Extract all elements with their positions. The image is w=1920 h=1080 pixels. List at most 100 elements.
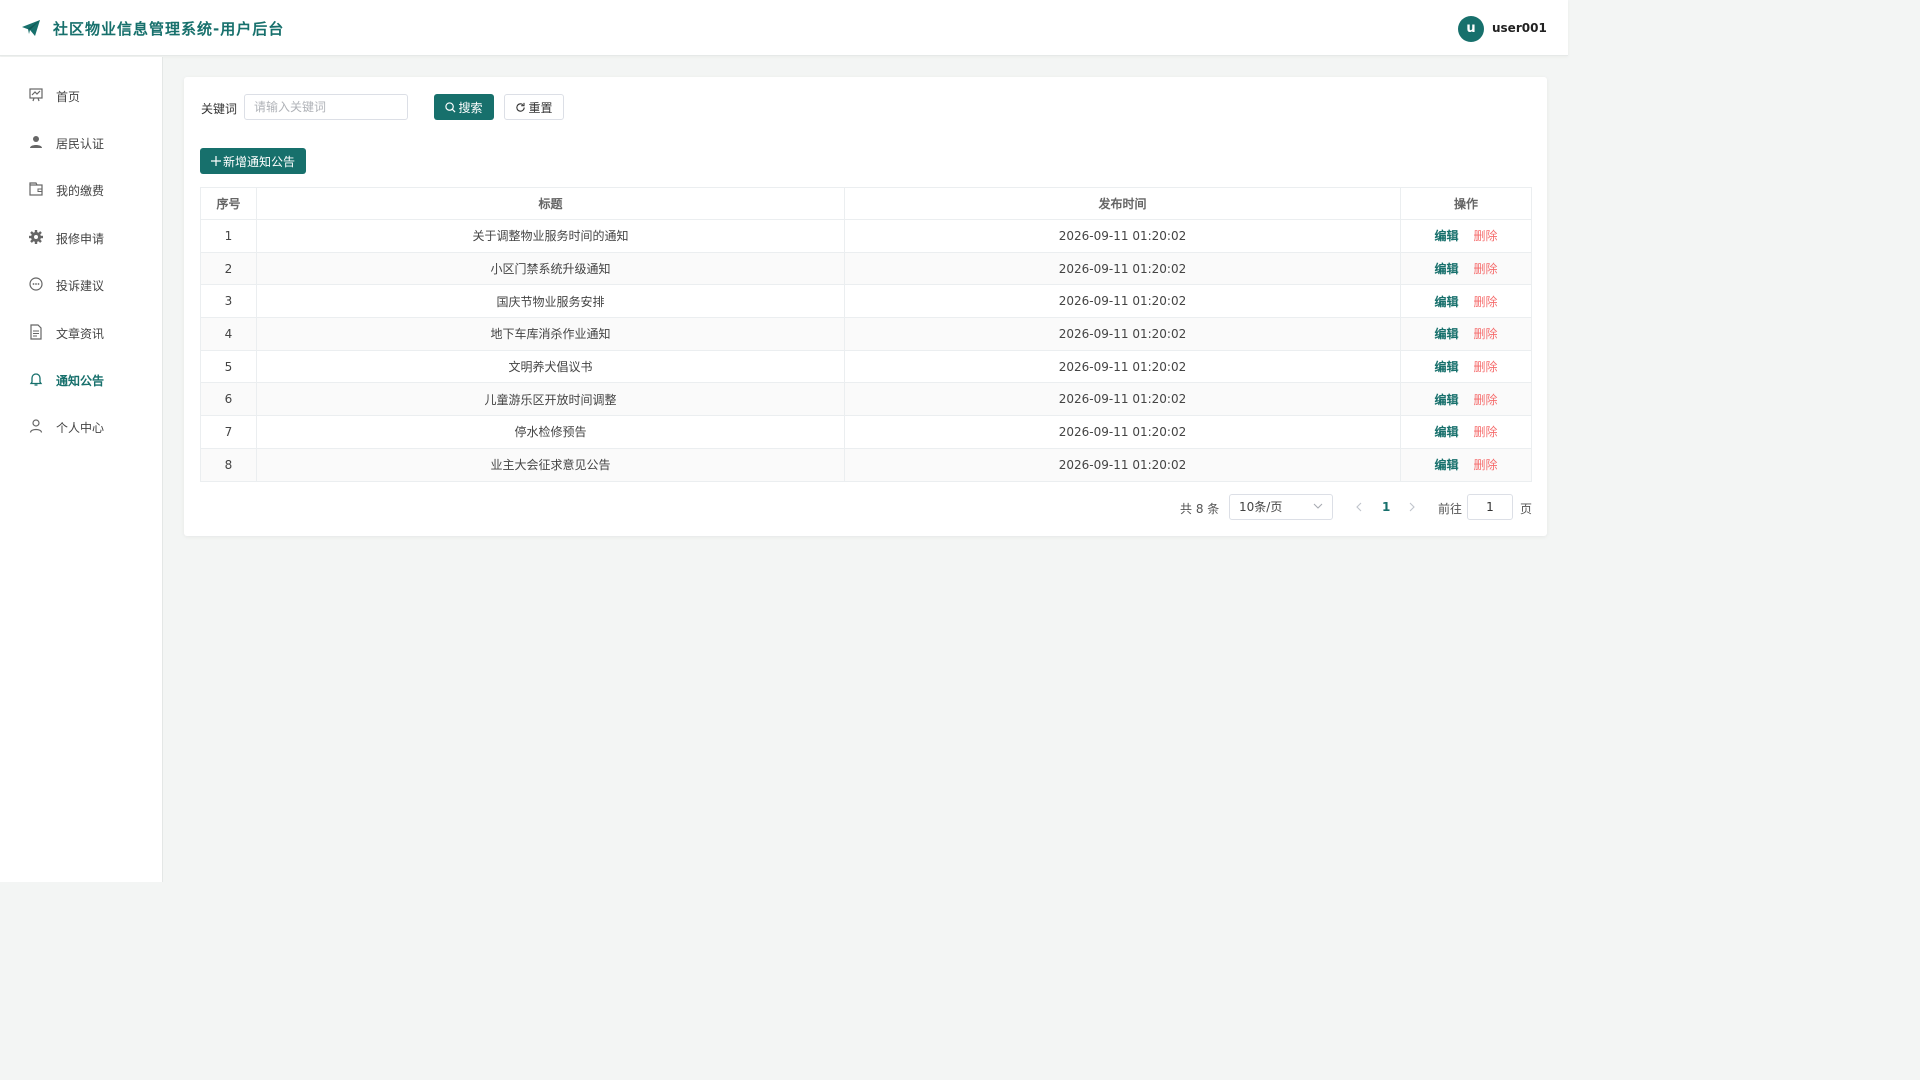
table-row: 3 国庆节物业服务安排 2026-09-11 01:20:02 编辑 删除 (200, 284, 1532, 319)
row-actions: 编辑 删除 (1400, 382, 1532, 417)
sidebar-item-label: 投诉建议 (56, 279, 105, 293)
user-icon (30, 136, 42, 148)
pagination-page-unit: 页 (1520, 502, 1533, 516)
table-row: 1 关于调整物业服务时间的通知 2026-09-11 01:20:02 编辑 删除 (200, 219, 1532, 253)
delete-button[interactable]: 删除 (1474, 358, 1498, 375)
user-name[interactable]: user001 (1492, 21, 1547, 35)
reset-button-label: 重置 (528, 100, 553, 115)
delete-button[interactable]: 删除 (1474, 423, 1498, 440)
search-button-label: 搜索 (458, 100, 483, 115)
notices-panel: 关键词 搜索 重置 新增通知公告 序号 标题 发布时间 操作 1 (184, 77, 1547, 536)
gear-icon (29, 230, 43, 244)
row-title: 业主大会征求意见公告 (256, 448, 845, 482)
add-notice-button[interactable]: 新增通知公告 (200, 148, 306, 174)
reset-button[interactable]: 重置 (504, 94, 564, 120)
row-actions: 编辑 删除 (1400, 448, 1532, 482)
delete-button[interactable]: 删除 (1474, 391, 1498, 408)
row-title: 停水检修预告 (256, 415, 845, 449)
sidebar-item-label: 首页 (56, 90, 81, 104)
delete-button[interactable]: 删除 (1474, 260, 1498, 277)
column-header-title: 标题 (256, 187, 845, 220)
edit-button[interactable]: 编辑 (1434, 423, 1458, 440)
table-row: 8 业主大会征求意见公告 2026-09-11 01:20:02 编辑 删除 (200, 448, 1532, 482)
page-size-value: 10条/页 (1239, 500, 1283, 514)
notices-table: 序号 标题 发布时间 操作 1 关于调整物业服务时间的通知 2026-09-11… (200, 187, 1532, 482)
row-actions: 编辑 删除 (1400, 219, 1532, 253)
row-actions: 编辑 删除 (1400, 350, 1532, 384)
sidebar-item-label: 居民认证 (56, 137, 105, 151)
edit-button[interactable]: 编辑 (1434, 293, 1458, 310)
edit-button[interactable]: 编辑 (1434, 391, 1458, 408)
paper-plane-icon (22, 20, 40, 36)
chevron-right-icon[interactable] (1407, 500, 1417, 514)
delete-button[interactable]: 删除 (1474, 227, 1498, 244)
chat-icon (29, 277, 43, 291)
row-time: 2026-09-11 01:20:02 (844, 219, 1401, 253)
app-title: 社区物业信息管理系统-用户后台 (53, 20, 285, 38)
keyword-input[interactable] (244, 94, 408, 120)
table-row: 6 儿童游乐区开放时间调整 2026-09-11 01:20:02 编辑 删除 (200, 382, 1532, 417)
page-size-select[interactable]: 10条/页 (1229, 494, 1333, 520)
edit-button[interactable]: 编辑 (1434, 227, 1458, 244)
sidebar-item-notices[interactable]: 通知公告 (0, 359, 162, 399)
sidebar-item-label: 文章资讯 (56, 327, 105, 341)
edit-button[interactable]: 编辑 (1434, 260, 1458, 277)
row-title: 文明养犬倡议书 (256, 350, 845, 384)
pagination-page-1[interactable]: 1 (1382, 500, 1390, 514)
row-index: 3 (200, 284, 257, 319)
sidebar-item-articles[interactable]: 文章资讯 (0, 312, 162, 352)
sidebar-item-repair[interactable]: 报修申请 (0, 217, 162, 257)
sidebar-item-label: 个人中心 (56, 421, 105, 435)
row-title: 地下车库消杀作业通知 (256, 317, 845, 351)
row-index: 1 (200, 219, 257, 253)
delete-button[interactable]: 删除 (1474, 293, 1498, 310)
sidebar-item-label: 通知公告 (56, 374, 105, 388)
bell-icon (29, 373, 43, 386)
avatar[interactable]: u (1458, 16, 1484, 42)
person-icon (29, 419, 43, 433)
row-index: 4 (200, 317, 257, 351)
table-row: 4 地下车库消杀作业通知 2026-09-11 01:20:02 编辑 删除 (200, 317, 1532, 351)
row-index: 6 (200, 382, 257, 417)
edit-button[interactable]: 编辑 (1434, 325, 1458, 342)
row-actions: 编辑 删除 (1400, 415, 1532, 449)
sidebar-item-resident-auth[interactable]: 居民认证 (0, 122, 162, 162)
row-title: 关于调整物业服务时间的通知 (256, 219, 845, 253)
chevron-left-icon[interactable] (1354, 500, 1364, 514)
delete-button[interactable]: 删除 (1474, 456, 1498, 473)
row-index: 5 (200, 350, 257, 384)
delete-button[interactable]: 删除 (1474, 325, 1498, 342)
row-title: 儿童游乐区开放时间调整 (256, 382, 845, 417)
add-notice-label: 新增通知公告 (222, 154, 295, 169)
row-actions: 编辑 删除 (1400, 284, 1532, 319)
chevron-down-icon (1313, 503, 1323, 509)
edit-button[interactable]: 编辑 (1434, 456, 1458, 473)
top-bar: 社区物业信息管理系统-用户后台 u user001 (0, 0, 1568, 56)
sidebar-item-complaints[interactable]: 投诉建议 (0, 264, 162, 304)
row-time: 2026-09-11 01:20:02 (844, 284, 1401, 319)
dashboard-icon (29, 88, 43, 102)
row-time: 2026-09-11 01:20:02 (844, 350, 1401, 384)
column-header-actions: 操作 (1400, 187, 1532, 220)
row-time: 2026-09-11 01:20:02 (844, 252, 1401, 286)
sidebar-item-home[interactable]: 首页 (0, 75, 162, 115)
row-index: 7 (200, 415, 257, 449)
table-row: 5 文明养犬倡议书 2026-09-11 01:20:02 编辑 删除 (200, 350, 1532, 384)
sidebar-item-payments[interactable]: 我的缴费 (0, 169, 162, 209)
sidebar-item-profile[interactable]: 个人中心 (0, 406, 162, 446)
table-row: 7 停水检修预告 2026-09-11 01:20:02 编辑 删除 (200, 415, 1532, 449)
row-actions: 编辑 删除 (1400, 317, 1532, 351)
search-button[interactable]: 搜索 (434, 94, 494, 120)
column-header-time: 发布时间 (844, 187, 1401, 220)
table-header-row: 序号 标题 发布时间 操作 (200, 187, 1532, 220)
table-row: 2 小区门禁系统升级通知 2026-09-11 01:20:02 编辑 删除 (200, 252, 1532, 286)
pagination-total: 共 8 条 (1180, 502, 1220, 516)
pagination-goto-input[interactable] (1467, 494, 1513, 520)
row-time: 2026-09-11 01:20:02 (844, 448, 1401, 482)
sidebar-item-label: 我的缴费 (56, 184, 105, 198)
document-icon (30, 324, 42, 340)
row-index: 2 (200, 252, 257, 286)
wallet-icon (29, 182, 43, 196)
edit-button[interactable]: 编辑 (1434, 358, 1458, 375)
column-header-index: 序号 (200, 187, 257, 220)
